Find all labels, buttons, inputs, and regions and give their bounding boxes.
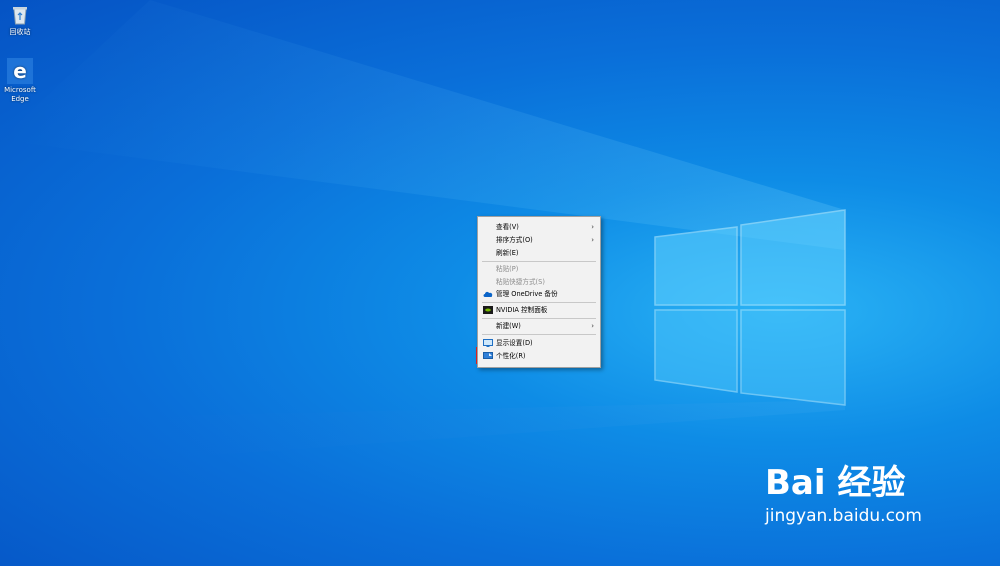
menu-separator [482, 261, 596, 262]
menu-separator [482, 302, 596, 303]
menu-item-sort-by[interactable]: 排序方式(O) › [478, 234, 600, 246]
menu-item-personalize[interactable]: 个性化(R) [478, 350, 600, 362]
watermark-url: jingyan.baidu.com [765, 506, 922, 526]
chevron-right-icon: › [591, 322, 594, 330]
menu-item-new[interactable]: 新建(W) › [478, 320, 600, 332]
menu-separator [482, 334, 596, 335]
chevron-right-icon: › [591, 236, 594, 244]
menu-item-paste: 粘贴(P) [496, 265, 519, 273]
desktop-icon-label: Microsoft Edge [4, 86, 36, 103]
desktop-icon-label: 回收站 [9, 28, 31, 36]
chevron-right-icon: › [591, 223, 594, 231]
svg-text:e: e [13, 59, 27, 83]
menu-item-paste-shortcut: 粘贴快捷方式(S) [496, 278, 545, 286]
watermark-brand: Bai 经验 [765, 463, 906, 503]
onedrive-icon [483, 291, 493, 297]
menu-item-display-settings[interactable]: 显示设置(D) [478, 337, 600, 349]
nvidia-icon [483, 306, 493, 314]
menu-item-manage-onedrive-backup[interactable]: 管理 OneDrive 备份 [478, 288, 600, 300]
menu-separator [482, 318, 596, 319]
menu-item-refresh[interactable]: 刷新(E) [478, 247, 600, 259]
baidu-jingyan-watermark: Bai 经验 jingyan.baidu.com [765, 455, 922, 526]
desktop-icon-edge[interactable]: e Microsoft Edge [0, 58, 40, 104]
menu-item-view[interactable]: 查看(V) › [478, 221, 600, 233]
desktop-icon-recycle-bin[interactable]: 回收站 [0, 4, 40, 37]
edge-icon: e [7, 58, 33, 84]
recycle-bin-icon [13, 7, 27, 25]
display-icon [483, 339, 493, 347]
personalize-icon [483, 352, 493, 359]
desktop-context-menu: 查看(V) › 排序方式(O) › 刷新(E) 粘贴(P) 粘贴快捷方式(S) … [477, 216, 601, 368]
menu-item-nvidia-control-panel[interactable]: NVIDIA 控制面板 [478, 304, 600, 316]
